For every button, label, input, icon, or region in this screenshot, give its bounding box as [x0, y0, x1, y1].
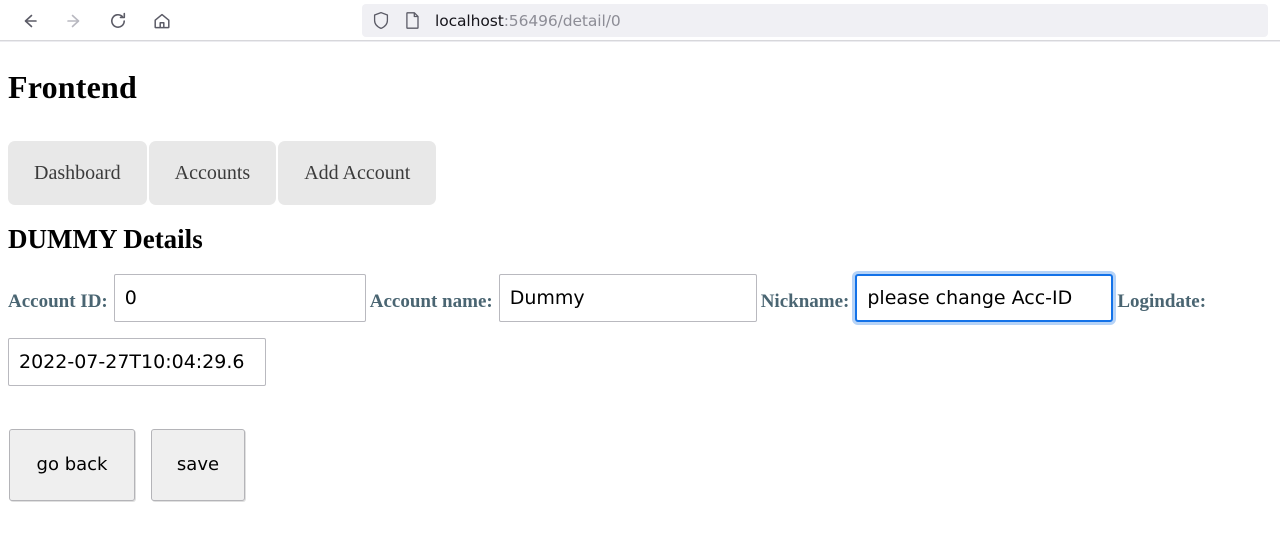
url-path: :56496/detail/0: [503, 11, 621, 30]
arrow-left-icon: [20, 11, 40, 31]
account-name-label: Account name:: [369, 290, 493, 312]
nav-item-accounts[interactable]: Accounts: [148, 141, 277, 206]
form-actions: go back save: [8, 428, 1272, 501]
nav-item-label: Dashboard: [34, 161, 121, 184]
arrow-right-icon: [64, 11, 84, 31]
nav-item-dashboard[interactable]: Dashboard: [8, 141, 147, 206]
account-detail-form: Account ID: Account name: Nickname: Loginda…: [8, 273, 1272, 394]
logindate-label: Logindate:: [1117, 290, 1207, 312]
detail-heading: DUMMY Details: [8, 224, 203, 255]
back-button[interactable]: [8, 4, 52, 38]
save-button[interactable]: save: [151, 428, 245, 501]
page-content: Frontend Dashboard Accounts Add Account …: [0, 42, 1280, 534]
nav-item-add-account[interactable]: Add Account: [278, 141, 437, 206]
nav-item-label: Add Account: [304, 161, 411, 184]
reload-icon: [108, 11, 128, 31]
url-host: localhost: [435, 11, 504, 30]
reload-button[interactable]: [96, 4, 140, 38]
url-bar[interactable]: localhost:56496/detail/0: [362, 4, 1268, 37]
go-back-button[interactable]: go back: [9, 428, 135, 501]
home-button[interactable]: [140, 4, 184, 38]
page-document-icon: [404, 11, 421, 30]
account-id-input[interactable]: [113, 273, 366, 322]
browser-nav-buttons: [8, 4, 184, 38]
browser-toolbar: localhost:56496/detail/0: [0, 0, 1280, 41]
account-name-input[interactable]: [498, 273, 757, 322]
url-text: localhost:56496/detail/0: [435, 12, 621, 30]
forward-button[interactable]: [52, 4, 96, 38]
main-navigation: Dashboard Accounts Add Account: [8, 141, 437, 206]
logindate-input[interactable]: [8, 337, 266, 386]
nav-item-label: Accounts: [174, 161, 251, 184]
nickname-label: Nickname:: [760, 290, 850, 312]
home-icon: [152, 11, 172, 31]
shield-icon: [372, 11, 390, 30]
page-title: Frontend: [8, 69, 138, 105]
nickname-input[interactable]: [855, 273, 1114, 322]
account-id-label: Account ID:: [8, 290, 108, 312]
